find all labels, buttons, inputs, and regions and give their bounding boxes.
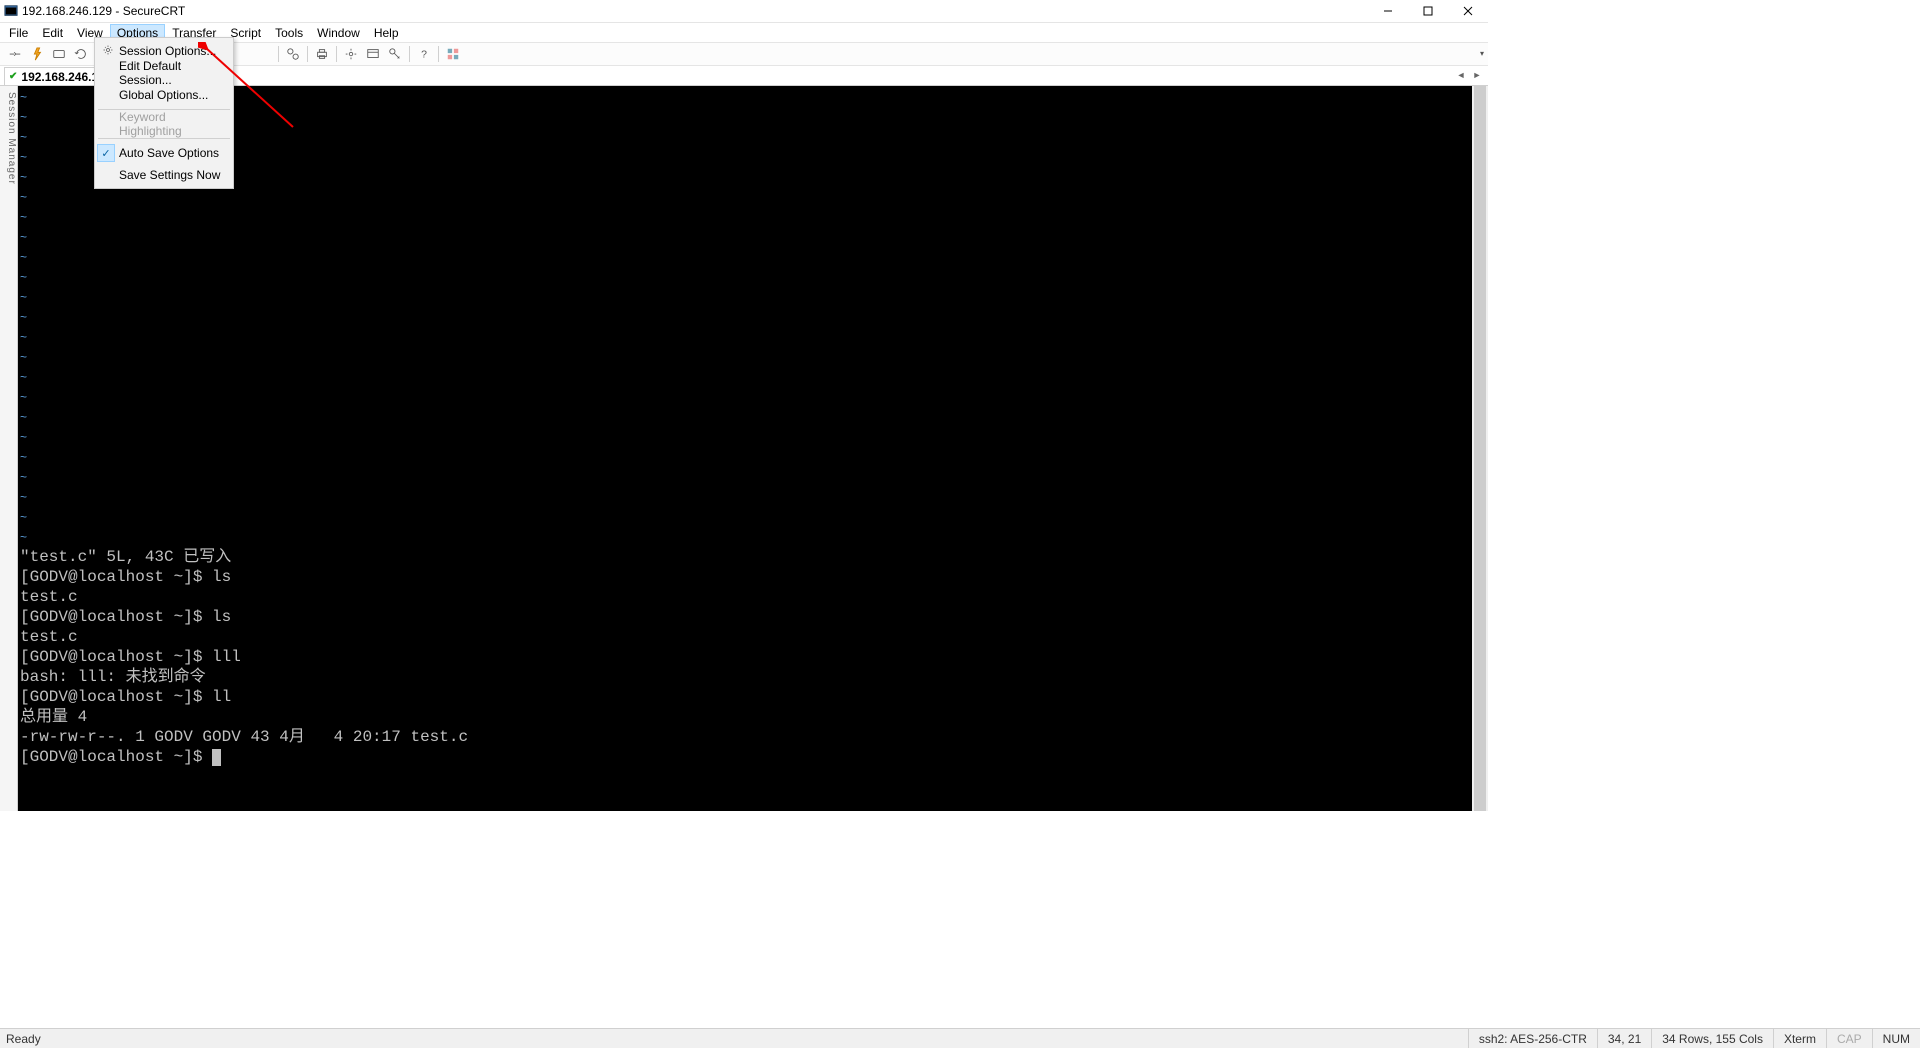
toolbar-separator <box>336 46 337 62</box>
statusbar: Ready ssh2: AES-256-CTR 34, 21 34 Rows, … <box>0 1028 1920 1048</box>
help-icon[interactable]: ? <box>414 44 434 64</box>
settings-icon[interactable] <box>341 44 361 64</box>
options-dropdown: Session Options...Edit Default Session..… <box>94 37 234 189</box>
toolbar-separator <box>307 46 308 62</box>
dropdown-item-label: Session Options... <box>119 44 216 58</box>
app-icon <box>4 4 18 18</box>
terminal-scrollbar[interactable] <box>1472 86 1488 811</box>
tab-label: 192.168.246.1 <box>21 70 98 84</box>
status-connection: ssh2: AES-256-CTR <box>1468 1029 1597 1048</box>
terminal-pane[interactable]: ~ ~ ~ ~ ~ ~ ~ ~ ~ ~ ~ ~ ~ ~ ~ ~ ~ ~ ~ ~ … <box>18 86 1488 811</box>
check-icon: ✓ <box>97 144 115 162</box>
dropdown-separator <box>98 138 230 139</box>
reconnect-icon[interactable] <box>71 44 91 64</box>
connected-icon: ✔ <box>9 71 17 82</box>
status-num: NUM <box>1872 1029 1920 1048</box>
dropdown-item-save-settings-now[interactable]: Save Settings Now <box>97 164 231 186</box>
session-tab[interactable]: ✔ 192.168.246.1 <box>4 67 107 85</box>
toolbar-separator <box>278 46 279 62</box>
status-cursor-pos: 34, 21 <box>1597 1029 1651 1048</box>
dropdown-item-label: Auto Save Options <box>119 146 219 160</box>
dropdown-item-label: Keyword Highlighting <box>119 110 231 138</box>
connect-bar-icon[interactable] <box>49 44 69 64</box>
toolbar-separator <box>438 46 439 62</box>
menu-window[interactable]: Window <box>310 24 367 42</box>
terminal-output[interactable]: ~ ~ ~ ~ ~ ~ ~ ~ ~ ~ ~ ~ ~ ~ ~ ~ ~ ~ ~ ~ … <box>18 86 1488 811</box>
status-size: 34 Rows, 155 Cols <box>1651 1029 1773 1048</box>
minimize-button[interactable] <box>1368 0 1408 22</box>
status-term-type: Xterm <box>1773 1029 1826 1048</box>
tab-next-icon[interactable]: ► <box>1470 68 1484 82</box>
dropdown-item-label: Save Settings Now <box>119 168 220 182</box>
session-manager-tab[interactable]: Session Manager <box>0 86 18 811</box>
find-icon[interactable] <box>283 44 303 64</box>
status-caps: CAP <box>1826 1029 1872 1048</box>
dropdown-item-global-options[interactable]: Global Options... <box>97 84 231 106</box>
dropdown-item-label: Edit Default Session... <box>119 59 231 87</box>
status-ready: Ready <box>0 1032 1468 1046</box>
menu-help[interactable]: Help <box>367 24 406 42</box>
connect-icon[interactable] <box>5 44 25 64</box>
toolbar-separator <box>409 46 410 62</box>
titlebar: 192.168.246.129 - SecureCRT <box>0 0 1488 23</box>
tab-prev-icon[interactable]: ◄ <box>1454 68 1468 82</box>
dropdown-item-keyword-highlighting: Keyword Highlighting <box>97 113 231 135</box>
dropdown-item-label: Global Options... <box>119 88 208 102</box>
print-icon[interactable] <box>312 44 332 64</box>
toolbar-overflow-icon[interactable]: ▾ <box>1480 49 1484 58</box>
dropdown-item-auto-save-options[interactable]: ✓ Auto Save Options <box>97 142 231 164</box>
session-icon[interactable] <box>363 44 383 64</box>
menu-tools[interactable]: Tools <box>268 24 310 42</box>
gear-icon <box>100 44 116 59</box>
maximize-button[interactable] <box>1408 0 1448 22</box>
dropdown-item-edit-default-session[interactable]: Edit Default Session... <box>97 62 231 84</box>
svg-text:?: ? <box>422 49 428 61</box>
menu-edit[interactable]: Edit <box>35 24 70 42</box>
quick-connect-icon[interactable] <box>27 44 47 64</box>
window-title: 192.168.246.129 - SecureCRT <box>22 4 185 18</box>
grid-icon[interactable] <box>443 44 463 64</box>
menu-file[interactable]: File <box>2 24 35 42</box>
close-button[interactable] <box>1448 0 1488 22</box>
key-icon[interactable] <box>385 44 405 64</box>
